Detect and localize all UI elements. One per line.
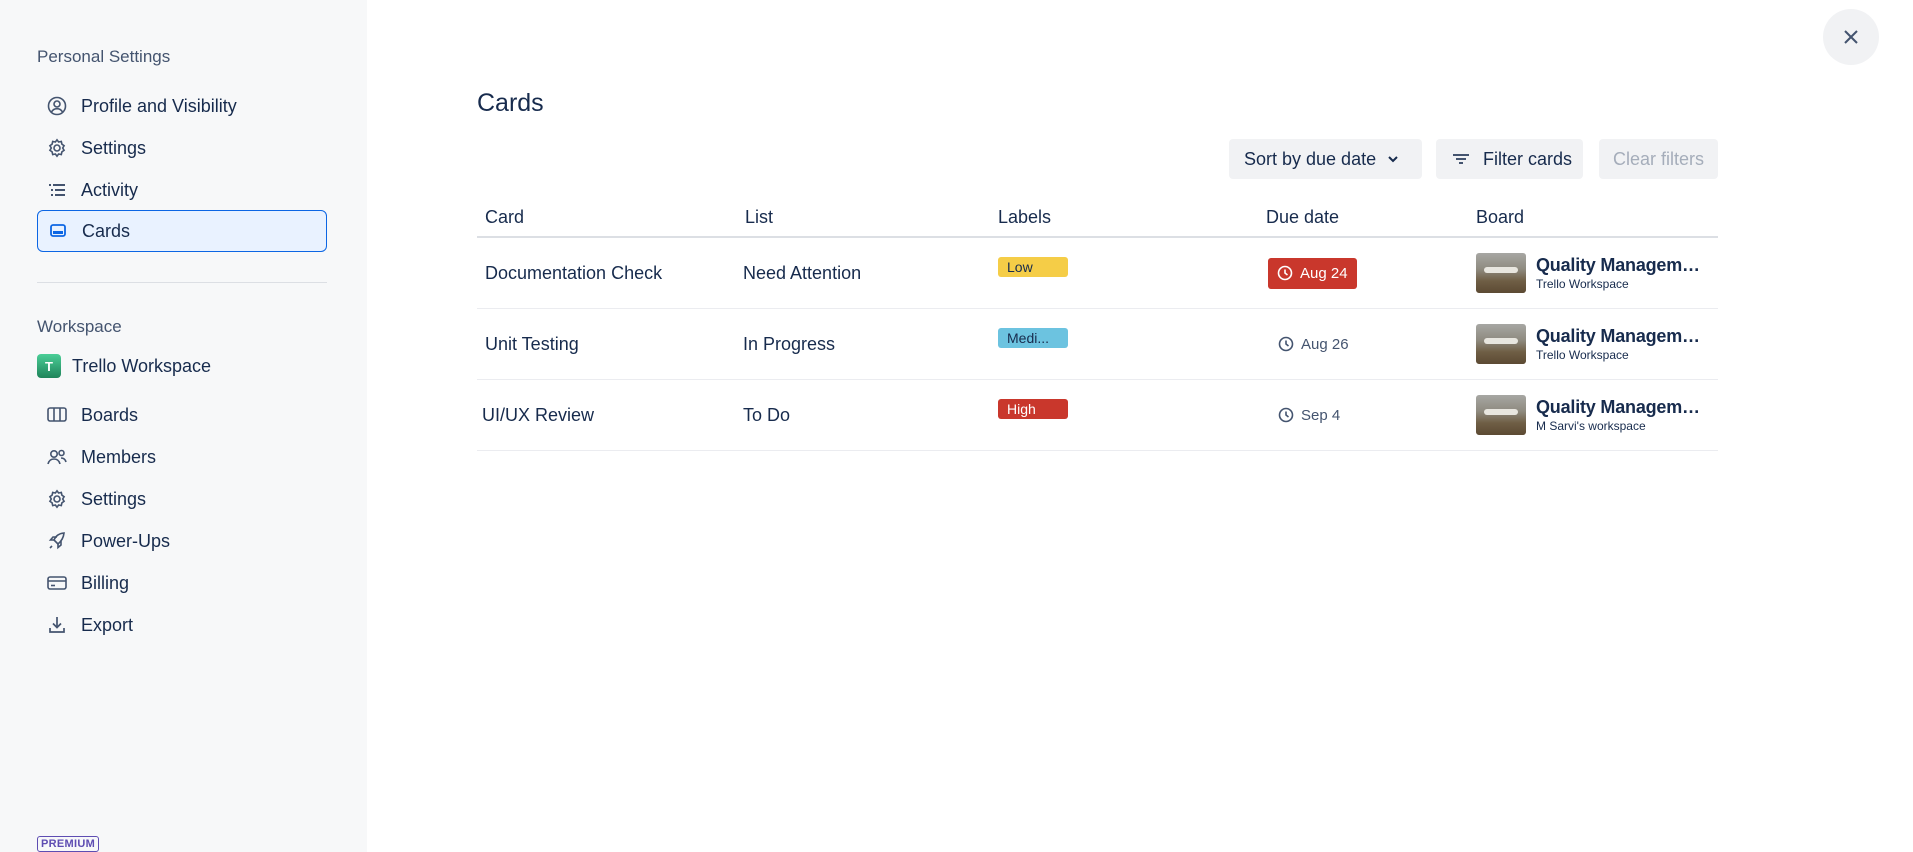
filter-cards-button[interactable]: Filter cards xyxy=(1436,139,1583,179)
list-name: In Progress xyxy=(743,333,836,354)
label-badge[interactable]: High xyxy=(998,399,1068,419)
label-badge[interactable]: Medi... xyxy=(998,328,1068,348)
sidebar-item-label: Power-Ups xyxy=(81,530,171,551)
sidebar-item-boards[interactable]: Boards xyxy=(37,394,327,436)
table-header: Card List Labels Due date Board xyxy=(477,200,1718,238)
sidebar-divider xyxy=(37,282,327,283)
sidebar-item-label: Billing xyxy=(81,572,130,593)
card-name[interactable]: Unit Testing xyxy=(485,309,579,379)
members-icon xyxy=(46,446,68,468)
due-date-text: Aug 24 xyxy=(1300,264,1348,282)
clear-filters-button[interactable]: Clear filters xyxy=(1599,139,1718,179)
due-date-badge[interactable]: Aug 24 xyxy=(1268,257,1357,289)
gear-icon xyxy=(46,488,68,510)
workspace-title: Workspace xyxy=(37,317,122,336)
workspace-name: Trello Workspace xyxy=(72,355,212,376)
due-date-text: Aug 26 xyxy=(1301,335,1349,353)
sidebar-item-power-ups[interactable]: Power-Ups xyxy=(37,520,327,562)
sidebar: Personal Settings Profile and Visibility… xyxy=(0,0,367,852)
clock-icon xyxy=(1278,336,1294,352)
page-title: Cards xyxy=(477,89,544,117)
close-button[interactable] xyxy=(1823,9,1879,65)
credit-card-icon xyxy=(46,572,68,594)
list-name: Need Attention xyxy=(743,262,862,283)
board-thumbnail xyxy=(1476,253,1526,293)
column-header-labels: Labels xyxy=(998,207,1052,227)
column-header-list: List xyxy=(745,207,774,227)
workspace-avatar: T xyxy=(37,354,61,378)
board-thumbnail xyxy=(1476,395,1526,435)
download-icon xyxy=(46,614,68,636)
premium-badge: PREMIUM xyxy=(37,836,100,852)
personal-settings-title: Personal Settings xyxy=(37,47,171,66)
sidebar-item-label: Activity xyxy=(81,179,139,200)
sidebar-item-label: Members xyxy=(81,446,157,467)
sidebar-item-settings[interactable]: Settings xyxy=(37,127,327,169)
sidebar-item-label: Export xyxy=(81,614,134,635)
due-date-badge[interactable]: Aug 26 xyxy=(1268,336,1349,353)
clear-filters-label: Clear filters xyxy=(1613,148,1705,169)
board-name: Quality Manageme... xyxy=(1536,255,1706,275)
column-header-card: Card xyxy=(485,207,525,227)
label-badge[interactable]: Low xyxy=(998,257,1068,277)
rocket-icon xyxy=(46,530,68,552)
cards-table: Card List Labels Due date Board Document… xyxy=(477,200,1718,451)
sidebar-item-members[interactable]: Members xyxy=(37,436,327,478)
table-row[interactable]: Unit Testing In Progress Medi... Aug 26 … xyxy=(477,309,1718,380)
sidebar-item-billing[interactable]: Billing xyxy=(37,562,327,604)
chevron-down-icon xyxy=(1386,152,1400,166)
sidebar-item-label: Boards xyxy=(81,404,139,425)
sidebar-item-label: Cards xyxy=(82,220,131,241)
card-name[interactable]: UI/UX Review xyxy=(482,380,594,450)
boards-icon xyxy=(46,404,68,426)
workspace-switcher[interactable]: T Trello Workspace xyxy=(37,352,211,380)
clock-icon xyxy=(1277,265,1293,281)
board-name: Quality Manageme... xyxy=(1536,326,1706,346)
board-link[interactable]: Quality Manageme... Trello Workspace xyxy=(1476,238,1706,308)
sidebar-item-cards[interactable]: Cards xyxy=(37,210,327,252)
sort-dropdown-button[interactable]: Sort by due date xyxy=(1229,139,1422,179)
filter-icon xyxy=(1452,151,1470,167)
sidebar-item-label: Settings xyxy=(81,488,147,509)
board-link[interactable]: Quality Manageme... Trello Workspace xyxy=(1476,309,1706,379)
board-workspace: M Sarvi's workspace xyxy=(1536,419,1646,433)
board-thumbnail xyxy=(1476,324,1526,364)
card-name[interactable]: Documentation Check xyxy=(485,238,662,308)
column-header-board: Board xyxy=(1476,207,1525,227)
board-link[interactable]: Quality Manageme... M Sarvi's workspace xyxy=(1476,380,1706,450)
table-row[interactable]: UI/UX Review To Do High Sep 4 Quality Ma… xyxy=(477,380,1718,451)
sort-label: Sort by due date xyxy=(1244,148,1377,169)
gear-icon xyxy=(46,137,68,159)
table-row[interactable]: Documentation Check Need Attention Low A… xyxy=(477,238,1718,309)
sidebar-item-workspace-settings[interactable]: Settings xyxy=(37,478,327,520)
filter-label: Filter cards xyxy=(1483,148,1573,169)
sidebar-item-label: Settings xyxy=(81,137,147,158)
sidebar-item-profile[interactable]: Profile and Visibility xyxy=(37,85,327,127)
list-name: To Do xyxy=(743,404,791,425)
sidebar-item-label: Profile and Visibility xyxy=(81,95,237,116)
card-icon xyxy=(47,220,69,242)
profile-icon xyxy=(46,95,68,117)
board-name: Quality Manageme... xyxy=(1536,397,1706,417)
due-date-badge[interactable]: Sep 4 xyxy=(1268,407,1340,424)
clock-icon xyxy=(1278,407,1294,423)
due-date-text: Sep 4 xyxy=(1301,406,1341,424)
board-workspace: Trello Workspace xyxy=(1536,348,1629,362)
activity-list-icon xyxy=(46,179,68,201)
sidebar-item-activity[interactable]: Activity xyxy=(37,169,327,211)
board-workspace: Trello Workspace xyxy=(1536,277,1629,291)
sidebar-item-export[interactable]: Export xyxy=(37,604,327,646)
column-header-due-date: Due date xyxy=(1266,207,1340,227)
close-icon xyxy=(1841,27,1861,47)
